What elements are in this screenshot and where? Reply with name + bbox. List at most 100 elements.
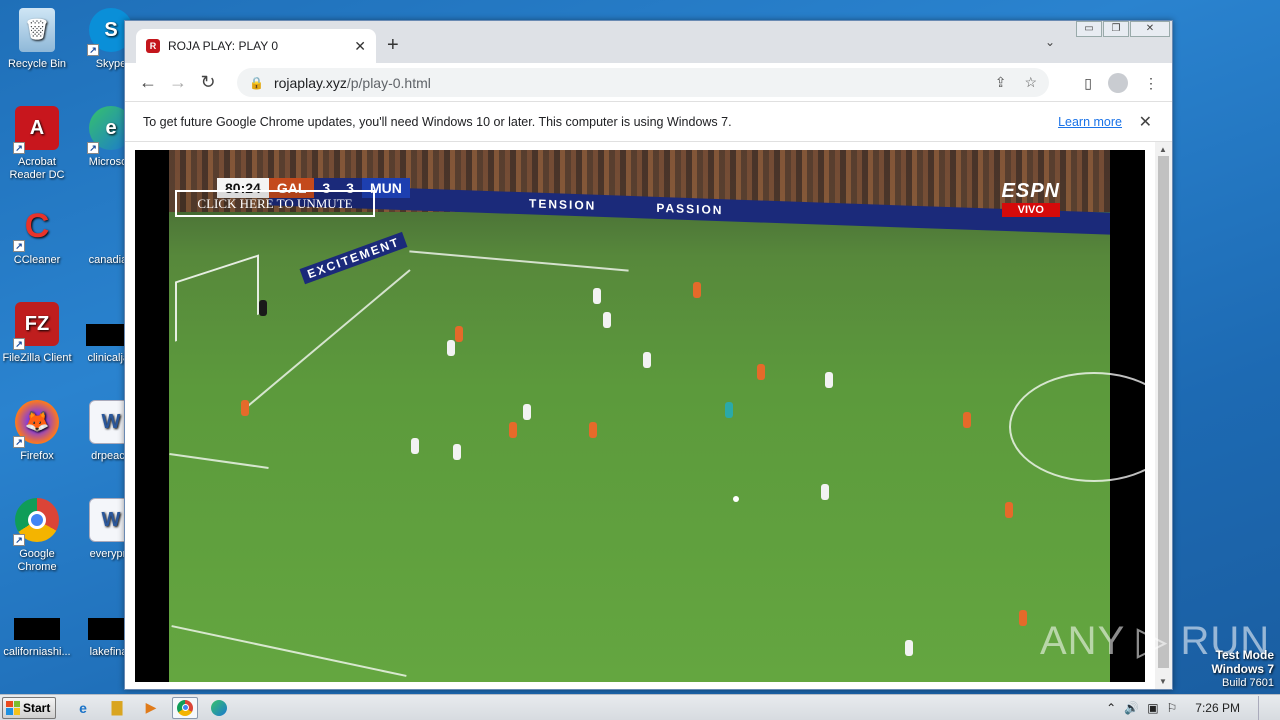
player xyxy=(259,300,267,316)
goal-frame xyxy=(175,254,259,342)
windows-logo-icon xyxy=(6,700,20,715)
start-button[interactable]: Start xyxy=(2,696,56,719)
show-hidden-icons-icon[interactable]: ⌃ xyxy=(1106,701,1116,715)
player xyxy=(693,282,701,298)
player xyxy=(963,412,971,428)
test-mode-line: Test Mode xyxy=(1215,648,1274,662)
test-mode-line: Windows 7 xyxy=(1211,662,1274,676)
tab-active[interactable]: R ROJA PLAY: PLAY 0 ✕ xyxy=(136,29,376,63)
bookmark-star-icon[interactable]: ☆ xyxy=(1024,74,1037,91)
explorer-folder-icon[interactable]: ▇ xyxy=(104,697,130,719)
tab-close-icon[interactable]: ✕ xyxy=(354,38,366,55)
desktop-icon-ccleaner[interactable]: C ↗ CCleaner xyxy=(0,204,74,267)
edge-taskbar-icon[interactable] xyxy=(206,697,232,719)
player xyxy=(589,422,597,438)
desktop-icon-acrobat[interactable]: A ↗ Acrobat Reader DC xyxy=(0,106,74,182)
unmute-button[interactable]: CLICK HERE TO UNMUTE xyxy=(175,190,375,217)
player xyxy=(453,444,461,460)
chrome-menu-icon[interactable]: ⋮ xyxy=(1144,75,1158,92)
player xyxy=(1005,502,1013,518)
minimize-button[interactable]: ▭ xyxy=(1076,21,1102,37)
player xyxy=(509,422,517,438)
network-icon[interactable]: ▣ xyxy=(1147,701,1158,715)
profile-avatar-icon[interactable] xyxy=(1108,73,1128,93)
pitch-line xyxy=(169,453,269,469)
learn-more-link[interactable]: Learn more xyxy=(1058,115,1122,129)
recycle-bin-icon: 🗑 xyxy=(19,8,55,52)
side-panel-icon[interactable]: ▯ xyxy=(1084,75,1092,92)
share-icon[interactable]: ⇪ xyxy=(995,74,1007,91)
tab-title: ROJA PLAY: PLAY 0 xyxy=(168,39,279,53)
pitch-line xyxy=(171,625,407,677)
player xyxy=(643,352,651,368)
forward-button[interactable]: → xyxy=(163,72,193,93)
system-tray: ⌃ 🔊 ▣ ⚐ 7:26 PM xyxy=(1106,695,1280,720)
desktop-icon-filezilla[interactable]: FZ ↗ FileZilla Client xyxy=(0,302,74,365)
player xyxy=(603,312,611,328)
filezilla-icon: FZ ↗ xyxy=(13,302,59,350)
scroll-thumb[interactable] xyxy=(1158,156,1169,668)
desktop-icon-label: Firefox xyxy=(20,450,54,462)
video-frame: TENSION PASSION EXCITEMENT 80:24 GAL 3 3… xyxy=(169,150,1145,682)
board-text: PASSION xyxy=(656,200,724,218)
close-window-button[interactable]: ✕ xyxy=(1130,21,1170,37)
ball xyxy=(733,496,739,502)
window-controls: ▭ ❐ ✕ xyxy=(1075,21,1170,39)
chrome-taskbar-icon[interactable] xyxy=(172,696,198,719)
taskbar-clock[interactable]: 7:26 PM xyxy=(1195,701,1240,715)
pitch-line xyxy=(240,269,411,413)
player xyxy=(757,364,765,380)
infobar-message: To get future Google Chrome updates, you… xyxy=(143,114,732,129)
player xyxy=(821,484,829,500)
tab-search-chevron-icon[interactable]: ⌄ xyxy=(1045,35,1055,49)
live-badge: VIVO xyxy=(1001,203,1060,217)
desktop-icon-firefox[interactable]: 🦊 ↗ Firefox xyxy=(0,400,74,463)
player xyxy=(593,288,601,304)
acrobat-icon: A ↗ xyxy=(13,106,59,154)
speaker-icon[interactable]: 🔊 xyxy=(1124,701,1139,715)
new-tab-button[interactable]: + xyxy=(387,34,399,57)
test-mode-watermark: Test Mode Windows 7 Build 7601 xyxy=(1211,648,1274,690)
page-scrollbar[interactable]: ▲ ▼ xyxy=(1155,142,1172,689)
player xyxy=(1019,610,1027,626)
scroll-up-icon[interactable]: ▲ xyxy=(1159,145,1167,154)
start-label: Start xyxy=(23,700,51,715)
desktop-icon-label: Acrobat Reader DC xyxy=(9,156,65,181)
url-path: /p/play-0.html xyxy=(346,74,431,91)
espn-logo: ESPN VIVO xyxy=(1001,180,1060,217)
desktop-icon-californiashi[interactable]: californiashi... xyxy=(0,618,74,659)
board-text: TENSION xyxy=(529,196,597,213)
desktop-icon-google-chrome[interactable]: ↗ Google Chrome xyxy=(0,498,74,574)
desktop-icon-recycle-bin[interactable]: 🗑 Recycle Bin xyxy=(0,8,74,71)
chrome-window: R ROJA PLAY: PLAY 0 ✕ + ⌄ ▭ ❐ ✕ ← → ↻ 🔒 ro… xyxy=(124,20,1173,690)
espn-brand: ESPN xyxy=(1001,180,1060,202)
player xyxy=(241,400,249,416)
infobar-close-icon[interactable]: ✕ xyxy=(1139,112,1152,132)
desktop-icon-label: CCleaner xyxy=(13,254,61,266)
board-text: EXCITEMENT xyxy=(299,231,408,285)
pitch-line xyxy=(409,250,629,272)
desktop-icon-label: Recycle Bin xyxy=(7,58,67,70)
thumbnail-icon xyxy=(14,618,60,640)
desktop-icon-label: Skype xyxy=(95,58,127,70)
ie-icon[interactable]: e xyxy=(70,697,96,719)
action-center-flag-icon[interactable]: ⚐ xyxy=(1167,701,1178,715)
player xyxy=(825,372,833,388)
player xyxy=(447,340,455,356)
desktop-icon-label: Google Chrome xyxy=(17,548,57,573)
scroll-down-icon[interactable]: ▼ xyxy=(1159,677,1167,686)
show-desktop-button[interactable] xyxy=(1258,696,1272,720)
url-host: rojaplay.xyz xyxy=(273,74,347,91)
media-player-icon[interactable]: ▶ xyxy=(138,697,164,719)
reload-button[interactable]: ↻ xyxy=(193,72,223,93)
back-button[interactable]: ← xyxy=(133,72,163,93)
firefox-icon: 🦊 ↗ xyxy=(13,400,59,448)
test-mode-line: Build 7601 xyxy=(1222,677,1274,689)
restore-button[interactable]: ❐ xyxy=(1103,21,1129,37)
player xyxy=(455,326,463,342)
address-bar[interactable]: 🔒 rojaplay.xyz/p/play-0.html ⇪ ☆ xyxy=(237,68,1049,97)
video-player[interactable]: TENSION PASSION EXCITEMENT 80:24 GAL 3 3… xyxy=(135,150,1145,682)
center-circle xyxy=(1009,372,1145,482)
lock-icon[interactable]: 🔒 xyxy=(249,76,264,90)
desktop-icon-label: FileZilla Client xyxy=(2,352,72,364)
